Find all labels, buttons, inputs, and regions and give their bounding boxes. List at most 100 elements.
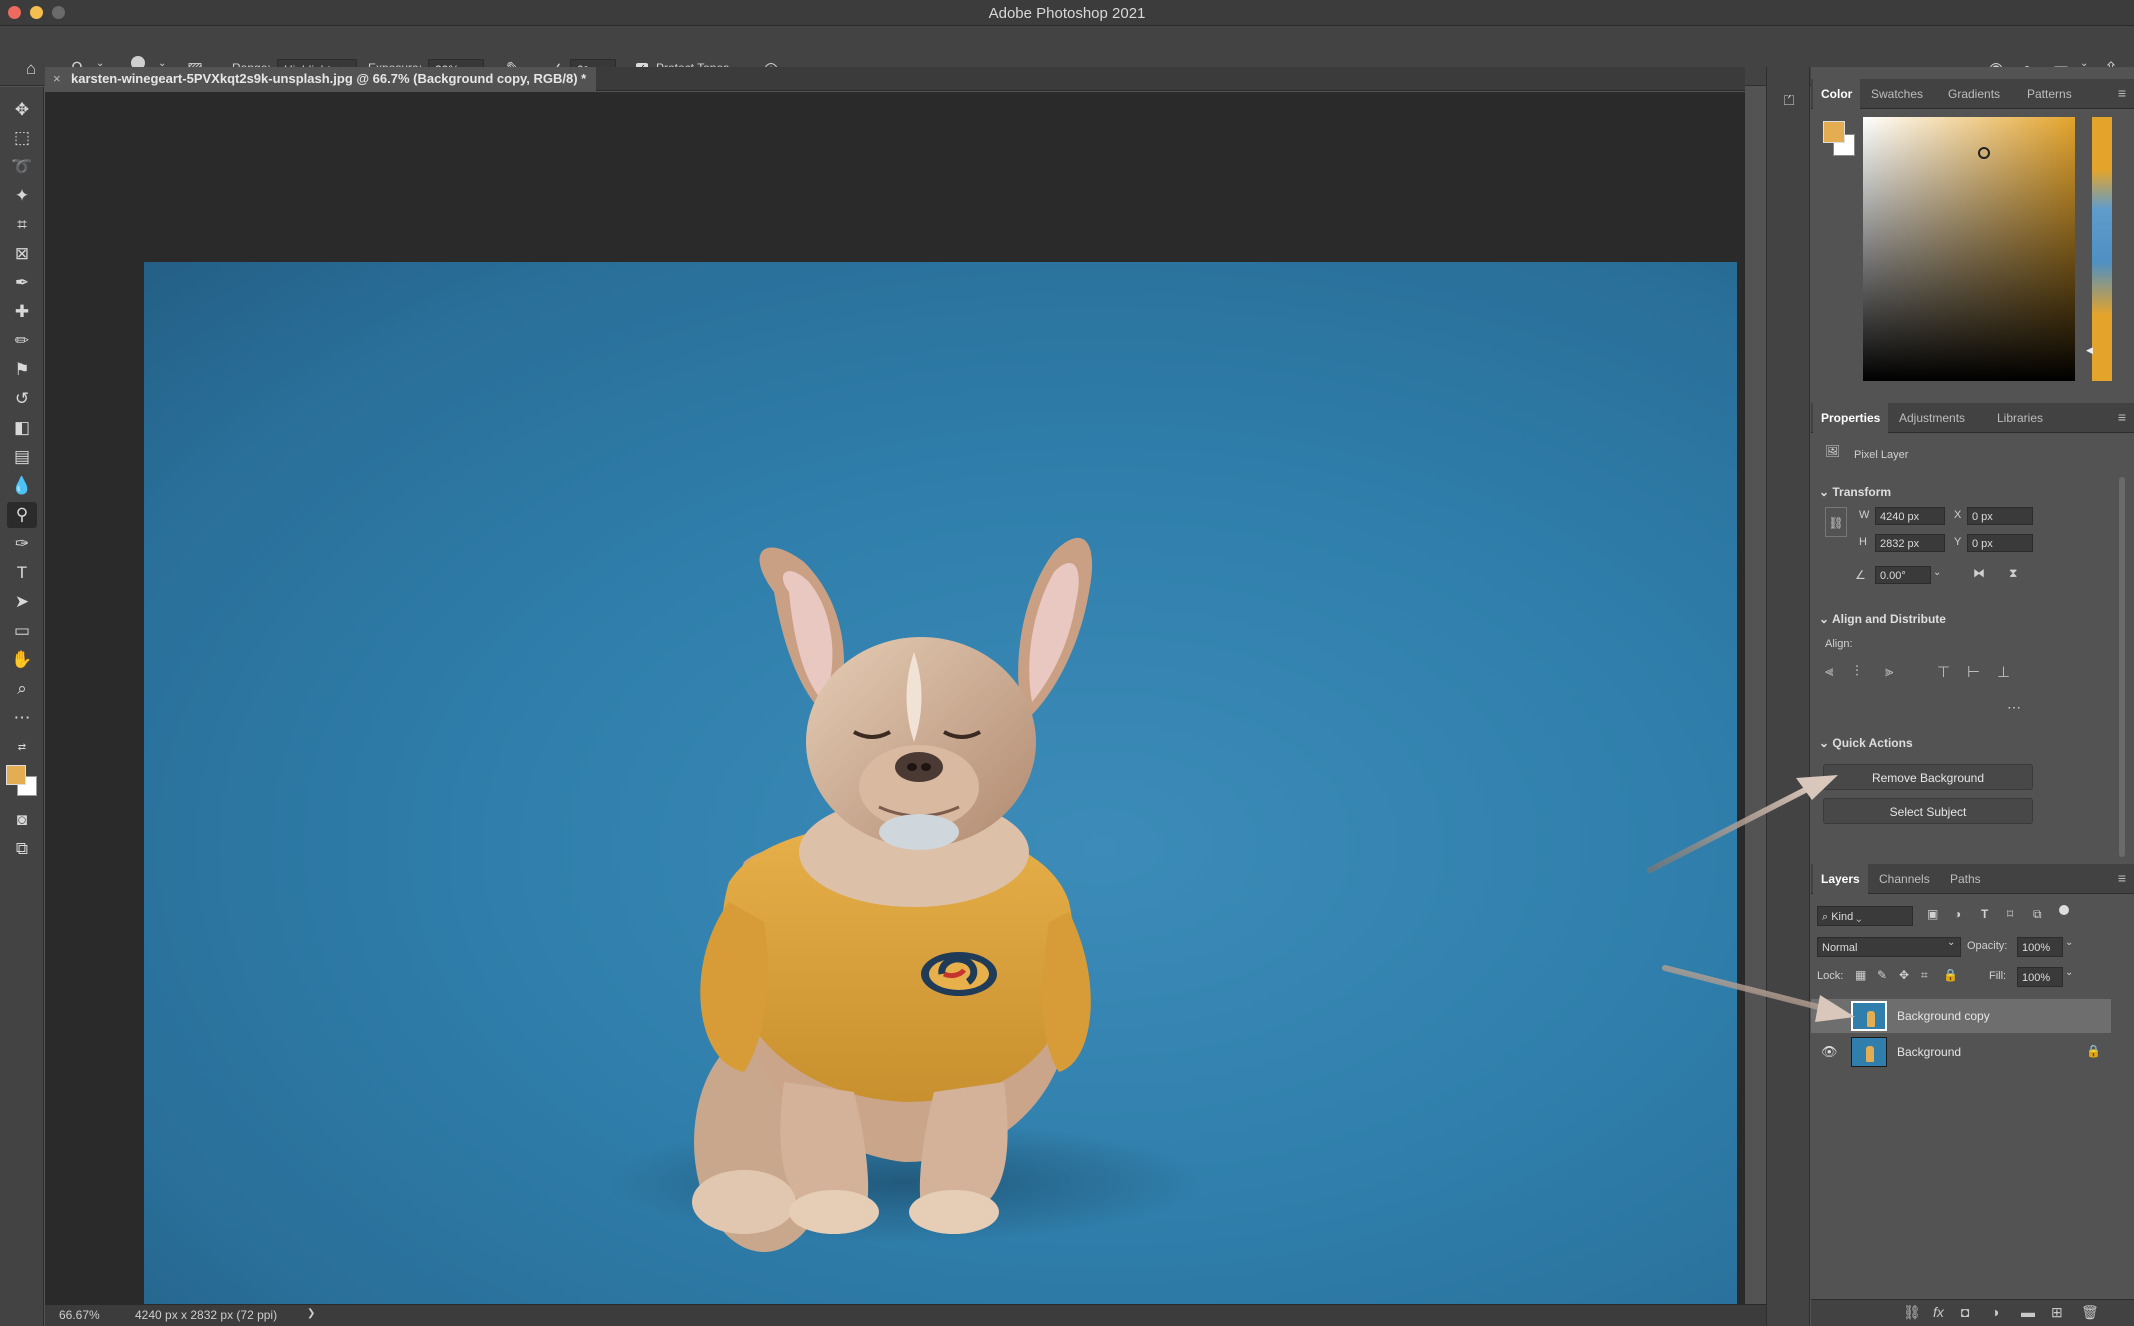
blend-mode-select[interactable]: Normal — [1817, 937, 1961, 957]
fill-chevron-icon[interactable]: ⌄ — [2065, 967, 2073, 978]
link-dimensions-icon[interactable]: ⛓ — [1825, 507, 1847, 537]
align-top-icon[interactable]: ⊤ — [1937, 663, 1950, 681]
transform-heading[interactable]: ⌄ Transform — [1819, 485, 1891, 499]
tab-layers[interactable]: Layers — [1813, 864, 1868, 894]
pen-tool-icon[interactable]: ✑ — [7, 531, 37, 557]
document-tab[interactable]: × karsten-winegeart-5PVXkqt2s9k-unsplash… — [45, 67, 597, 91]
align-left-icon[interactable]: ⫷ — [1825, 663, 1833, 680]
tab-libraries[interactable]: Libraries — [1989, 403, 2051, 433]
filter-type-icon[interactable]: T — [1981, 907, 1988, 921]
filter-pixel-icon[interactable]: ▣ — [1927, 907, 1938, 921]
rotation-chevron-icon[interactable]: ⌄ — [1933, 567, 1941, 578]
flip-vertical-icon[interactable]: ⧗ — [2009, 566, 2017, 581]
new-adjustment-layer-icon[interactable]: ◑ — [1991, 1304, 1999, 1320]
lock-transparent-icon[interactable]: ▦ — [1855, 968, 1866, 982]
filter-toggle-icon[interactable] — [2059, 905, 2069, 915]
quick-mask-icon[interactable]: ◙ — [7, 807, 37, 833]
delete-layer-icon[interactable]: 🗑 — [2081, 1304, 2099, 1321]
tab-paths[interactable]: Paths — [1942, 864, 1989, 894]
history-brush-tool-icon[interactable]: ↺ — [7, 386, 37, 412]
quick-actions-heading[interactable]: ⌄ Quick Actions — [1819, 736, 1913, 750]
layer-thumbnail[interactable] — [1851, 1037, 1887, 1067]
properties-scrollbar[interactable] — [2119, 477, 2125, 857]
layer-name[interactable]: Background copy — [1897, 1009, 1990, 1023]
lasso-tool-icon[interactable]: ➰ — [7, 154, 37, 180]
zoom-tool-icon[interactable]: ⌕ — [7, 676, 37, 702]
hand-tool-icon[interactable]: ✋ — [7, 647, 37, 673]
layer-row-background[interactable]: 👁 Background 🔒 — [1811, 1035, 2111, 1069]
canvas-area[interactable] — [45, 92, 1805, 1325]
tab-swatches[interactable]: Swatches — [1863, 79, 1931, 109]
path-selection-tool-icon[interactable]: ➤ — [7, 589, 37, 615]
hue-slider[interactable] — [2092, 117, 2112, 381]
color-panel-foreground-swatch[interactable] — [1823, 121, 1845, 143]
layer-name[interactable]: Background — [1897, 1045, 1961, 1059]
swap-colors-icon[interactable]: ⇄ — [7, 735, 37, 761]
opacity-field[interactable]: 100% — [2017, 937, 2063, 957]
document-image[interactable] — [144, 262, 1737, 1325]
height-field[interactable]: 2832 px — [1875, 534, 1945, 552]
align-bottom-icon[interactable]: ⊥ — [1997, 663, 2010, 681]
layer-filter-kind[interactable]: ⌕ Kind ⌄ — [1817, 906, 1913, 926]
screen-mode-icon[interactable]: ⧉ — [7, 836, 37, 862]
layer-effects-icon[interactable]: fx — [1933, 1304, 1944, 1320]
remove-background-button[interactable]: Remove Background — [1823, 764, 2033, 790]
new-group-icon[interactable]: ▬ — [2021, 1304, 2035, 1320]
tab-channels[interactable]: Channels — [1871, 864, 1938, 894]
healing-brush-tool-icon[interactable]: ✚ — [7, 299, 37, 325]
rectangle-tool-icon[interactable]: ▭ — [7, 618, 37, 644]
y-field[interactable]: 0 px — [1967, 534, 2033, 552]
layers-panel-menu-icon[interactable]: ≡ — [2118, 870, 2126, 886]
properties-panel-menu-icon[interactable]: ≡ — [2118, 409, 2126, 425]
select-subject-button[interactable]: Select Subject — [1823, 798, 2033, 824]
color-picker-field[interactable] — [1863, 117, 2075, 381]
align-middle-icon[interactable]: ⊢ — [1967, 663, 1980, 681]
zoom-level[interactable]: 66.67% — [59, 1308, 100, 1322]
fill-field[interactable]: 100% — [2017, 967, 2063, 987]
color-swatches[interactable] — [6, 765, 40, 799]
rotation-field[interactable]: 0.00° — [1875, 566, 1931, 584]
quick-selection-tool-icon[interactable]: ✦ — [7, 183, 37, 209]
tab-adjustments[interactable]: Adjustments — [1891, 403, 1973, 433]
tab-patterns[interactable]: Patterns — [2019, 79, 2080, 109]
layer-row-background-copy[interactable]: Background copy — [1811, 999, 2111, 1033]
frame-tool-icon[interactable]: ⊠ — [7, 241, 37, 267]
type-tool-icon[interactable]: T — [7, 560, 37, 586]
lock-position-icon[interactable]: ✥ — [1899, 968, 1909, 982]
x-field[interactable]: 0 px — [1967, 507, 2033, 525]
layer-lock-icon[interactable]: 🔒 — [2086, 1044, 2101, 1058]
lock-artboard-icon[interactable]: ⌗ — [1921, 968, 1928, 983]
new-layer-icon[interactable]: ⊞ — [2051, 1304, 2063, 1321]
filter-adjustment-icon[interactable]: ◑ — [1954, 907, 1961, 921]
close-document-icon[interactable]: × — [53, 67, 61, 91]
add-mask-icon[interactable]: ◘ — [1961, 1304, 1969, 1320]
status-chevron-icon[interactable]: ❯ — [307, 1308, 315, 1319]
opacity-chevron-icon[interactable]: ⌄ — [2065, 937, 2073, 948]
align-right-icon[interactable]: ⫸ — [1885, 663, 1893, 680]
color-picker-ring[interactable] — [1978, 147, 1990, 159]
blend-mode-chevron-icon[interactable]: ⌄ — [1947, 937, 1955, 948]
edit-toolbar-icon[interactable]: ⋯ — [7, 705, 37, 731]
gradient-tool-icon[interactable]: ▤ — [7, 444, 37, 470]
tab-color[interactable]: Color — [1813, 79, 1861, 109]
history-panel-icon[interactable]: ⏍ — [1774, 87, 1804, 113]
move-tool-icon[interactable]: ✥ — [7, 97, 37, 123]
home-icon[interactable]: ⌂ — [20, 58, 42, 80]
layer-thumbnail[interactable] — [1851, 1001, 1887, 1031]
crop-tool-icon[interactable]: ⌗ — [7, 212, 37, 238]
link-layers-icon[interactable]: ⛓ — [1903, 1304, 1921, 1321]
lock-all-icon[interactable]: 🔒 — [1943, 968, 1958, 982]
flip-horizontal-icon[interactable]: ⧓ — [1973, 566, 1985, 580]
clone-stamp-tool-icon[interactable]: ⚑ — [7, 357, 37, 383]
lock-image-icon[interactable]: ✎ — [1877, 968, 1887, 982]
filter-smart-object-icon[interactable]: ⧉ — [2033, 907, 2042, 922]
foreground-color-swatch[interactable] — [6, 765, 26, 785]
more-options-icon[interactable]: ⋯ — [2007, 699, 2021, 716]
filter-shape-icon[interactable]: ⌑ — [2007, 907, 2013, 921]
brush-tool-icon[interactable]: ✏ — [7, 328, 37, 354]
marquee-tool-icon[interactable]: ⬚ — [7, 125, 37, 151]
eraser-tool-icon[interactable]: ◧ — [7, 415, 37, 441]
dodge-tool-icon[interactable]: ⚲ — [7, 502, 37, 528]
align-center-horizontal-icon[interactable]: ⫶ — [1855, 663, 1859, 680]
color-panel-menu-icon[interactable]: ≡ — [2118, 85, 2126, 101]
